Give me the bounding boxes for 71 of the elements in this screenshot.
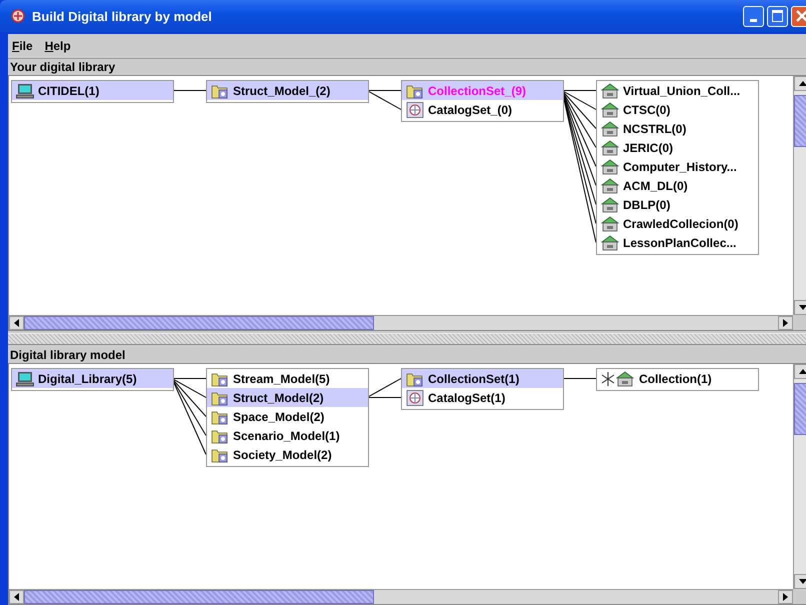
maximize-button[interactable] <box>767 6 788 26</box>
folder-icon <box>211 390 229 406</box>
node-item[interactable]: CatalogSet_(0) <box>402 100 563 119</box>
node-item[interactable]: Stream_Model(5) <box>207 369 368 388</box>
folder-icon <box>211 370 229 386</box>
down-arrow-icon[interactable] <box>798 305 806 310</box>
window-title: Build Digital library by model <box>32 8 213 24</box>
house-icon <box>601 196 619 212</box>
minimize-button[interactable] <box>743 6 764 26</box>
house-icon <box>601 102 619 118</box>
node-item[interactable]: LessonPlanCollec... <box>597 233 758 252</box>
left-arrow-icon[interactable] <box>14 319 19 327</box>
scroll-thumb[interactable] <box>794 383 806 435</box>
node-item[interactable]: Space_Model(2) <box>207 407 368 426</box>
house-icon <box>601 178 619 194</box>
node-item[interactable]: CITIDEL(1) <box>12 81 173 100</box>
node-item[interactable]: Digital_Library(5) <box>12 369 173 388</box>
menu-item[interactable]: Help <box>44 39 71 53</box>
house-icon <box>601 120 619 136</box>
scroll-thumb[interactable] <box>24 590 374 604</box>
menu-item[interactable]: File <box>12 39 33 53</box>
node-item[interactable]: NCSTRL(0) <box>597 119 758 138</box>
folder-icon <box>406 370 424 386</box>
panel-title: Digital library model <box>10 348 126 362</box>
scroll-thumb[interactable] <box>24 316 374 330</box>
scroll-thumb[interactable] <box>794 95 806 147</box>
left-arrow-icon[interactable] <box>14 593 19 601</box>
app-icon <box>10 8 26 24</box>
catalog-icon <box>406 102 424 118</box>
house-icon <box>601 234 619 250</box>
right-arrow-icon[interactable] <box>783 319 788 327</box>
folder-icon <box>406 82 424 98</box>
node-item[interactable]: CrawledCollecion(0) <box>597 214 758 233</box>
vertical-scrollbar[interactable] <box>793 364 806 589</box>
node-item[interactable]: Scenario_Model(1) <box>207 426 368 445</box>
down-arrow-icon[interactable] <box>798 579 806 584</box>
node-item[interactable]: CollectionSet(1) <box>402 369 563 388</box>
house-icon <box>601 140 619 156</box>
house-icon <box>601 158 619 174</box>
up-arrow-icon[interactable] <box>798 81 806 86</box>
horizontal-scrollbar[interactable] <box>9 315 793 330</box>
node-item[interactable]: CTSC(0) <box>597 100 758 119</box>
right-arrow-icon[interactable] <box>783 593 788 601</box>
folder-icon <box>211 446 229 462</box>
node-item[interactable]: JERIC(0) <box>597 138 758 157</box>
computer-icon <box>16 370 34 386</box>
connector-line <box>562 378 596 379</box>
node-item[interactable]: Virtual_Union_Coll... <box>597 81 758 100</box>
close-button[interactable] <box>791 6 806 26</box>
node-item[interactable]: Struct_Model(2) <box>207 388 368 407</box>
connector-line <box>172 90 206 91</box>
star-house-icon <box>601 370 635 386</box>
splitter-handle[interactable] <box>8 333 806 345</box>
vertical-scrollbar[interactable] <box>793 76 806 315</box>
node-item[interactable]: Collection(1) <box>597 369 758 388</box>
horizontal-scrollbar[interactable] <box>9 589 793 604</box>
folder-icon <box>211 408 229 424</box>
folder-icon <box>211 82 229 98</box>
up-arrow-icon[interactable] <box>798 369 806 374</box>
node-item[interactable]: CatalogSet(1) <box>402 388 563 407</box>
folder-icon <box>211 428 229 444</box>
catalog-icon <box>406 390 424 406</box>
node-item[interactable]: ACM_DL(0) <box>597 176 758 195</box>
panel-title: Your digital library <box>10 60 116 74</box>
computer-icon <box>16 82 34 98</box>
node-item[interactable]: Struct_Model_(2) <box>207 81 368 100</box>
house-icon <box>601 216 619 232</box>
node-item[interactable]: DBLP(0) <box>597 195 758 214</box>
house-icon <box>601 82 619 98</box>
node-item[interactable]: Computer_History... <box>597 157 758 176</box>
node-item[interactable]: Society_Model(2) <box>207 445 368 464</box>
